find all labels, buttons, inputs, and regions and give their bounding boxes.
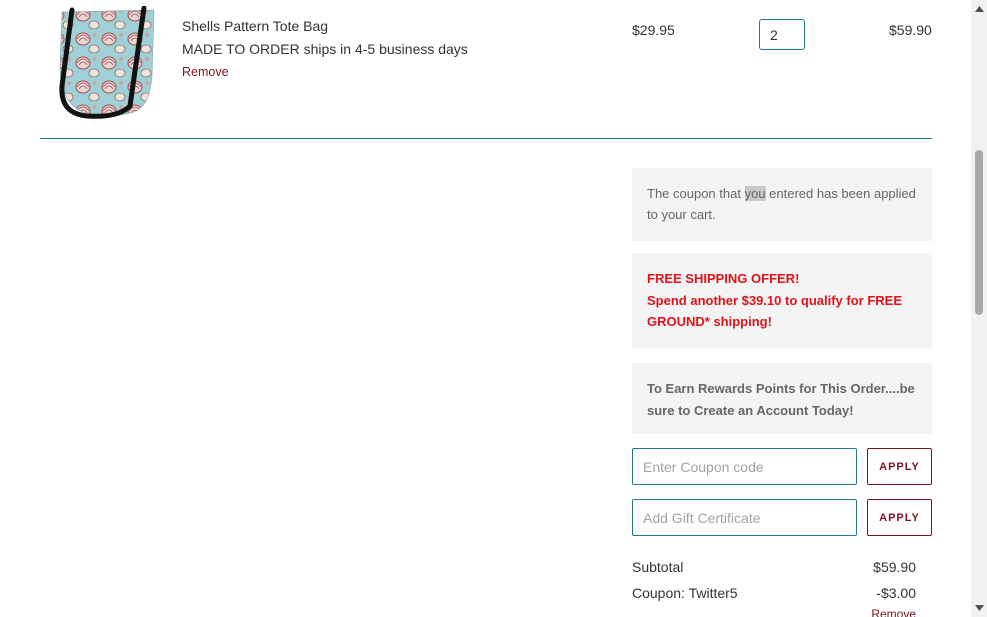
remove-coupon-link[interactable]: Remove: [871, 607, 916, 617]
page-scrollbar[interactable]: [971, 0, 987, 617]
tote-bag-image: [59, 5, 155, 119]
product-name[interactable]: Shells Pattern Tote Bag: [182, 18, 328, 34]
apply-coupon-button[interactable]: APPLY: [867, 448, 932, 485]
product-shipping-note: MADE TO ORDER ships in 4-5 business days: [182, 41, 468, 57]
subtotal-label: Subtotal: [632, 559, 684, 575]
free-shipping-title: FREE SHIPPING OFFER!: [647, 271, 800, 286]
coupon-discount-value: -$3.00: [876, 585, 916, 601]
gift-certificate-input[interactable]: [632, 499, 857, 536]
line-total: $59.90: [889, 22, 932, 38]
coupon-message-highlight: you: [744, 186, 766, 201]
product-image[interactable]: [48, 5, 158, 120]
subtotal-value: $59.90: [873, 559, 916, 575]
coupon-discount-label: Coupon: Twitter5: [632, 585, 738, 601]
coupon-message-text-start: The coupon that: [647, 186, 745, 201]
coupon-code-input[interactable]: [632, 448, 857, 485]
scrollbar-thumb[interactable]: [975, 150, 983, 315]
rewards-message: To Earn Rewards Points for This Order...…: [632, 363, 932, 434]
divider: [40, 138, 932, 139]
scroll-up-arrow-icon[interactable]: [971, 2, 987, 16]
remove-item-link[interactable]: Remove: [182, 65, 229, 79]
quantity-input[interactable]: [759, 19, 805, 50]
free-shipping-message: FREE SHIPPING OFFER! Spend another $39.1…: [632, 253, 932, 348]
free-shipping-detail: Spend another $39.10 to qualify for FREE…: [647, 292, 902, 330]
scroll-down-arrow-icon[interactable]: [971, 601, 987, 615]
coupon-applied-message: The coupon that you entered has been app…: [632, 168, 932, 241]
apply-gift-button[interactable]: APPLY: [867, 499, 932, 536]
unit-price: $29.95: [632, 22, 675, 38]
cart-page: Shells Pattern Tote Bag MADE TO ORDER sh…: [0, 0, 971, 617]
